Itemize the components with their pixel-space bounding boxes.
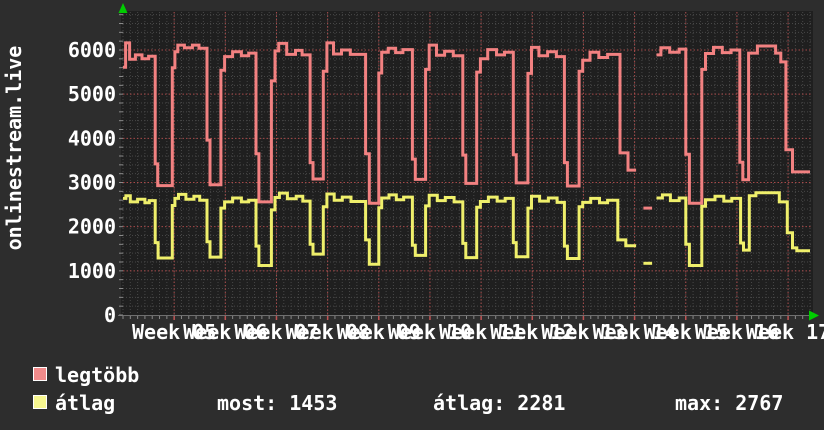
stat-most: most: 1453 [217,391,338,415]
y-tick-label: 4000 [68,126,116,150]
y-tick-labels: 0 1000 2000 3000 4000 5000 6000 [68,38,116,327]
legend-label-atlag: átlag [55,391,116,415]
y-tick-label: 1000 [68,259,116,283]
legend-label-legtobb: legtöbb [55,363,140,387]
stat-max: max: 2767 [675,391,784,415]
y-tick-label: 0 [104,303,116,327]
y-tick-label: 3000 [68,171,116,195]
x-tick-label: Week 17 [746,320,824,344]
y-tick-label: 5000 [68,82,116,106]
y-tick-label: 2000 [68,215,116,239]
x-tick-labels: Week 05Week 06Week 07Week 08Week 09Week … [132,320,824,344]
legend-swatch-atlag [33,395,47,409]
y-axis-arrow-icon [118,3,128,13]
stat-atlag: átlag: 2281 [433,391,566,415]
chart-svg: 0 1000 2000 3000 4000 5000 6000 Week 05Week 06W… [68,3,824,344]
x-axis-arrow-icon [809,310,819,321]
rrd-graph-screen: onlinestream.live 0 1000 2000 3000 4000 5000 6… [0,0,824,430]
legend-swatch-legtobb [33,367,47,381]
y-tick-label: 6000 [68,38,116,62]
